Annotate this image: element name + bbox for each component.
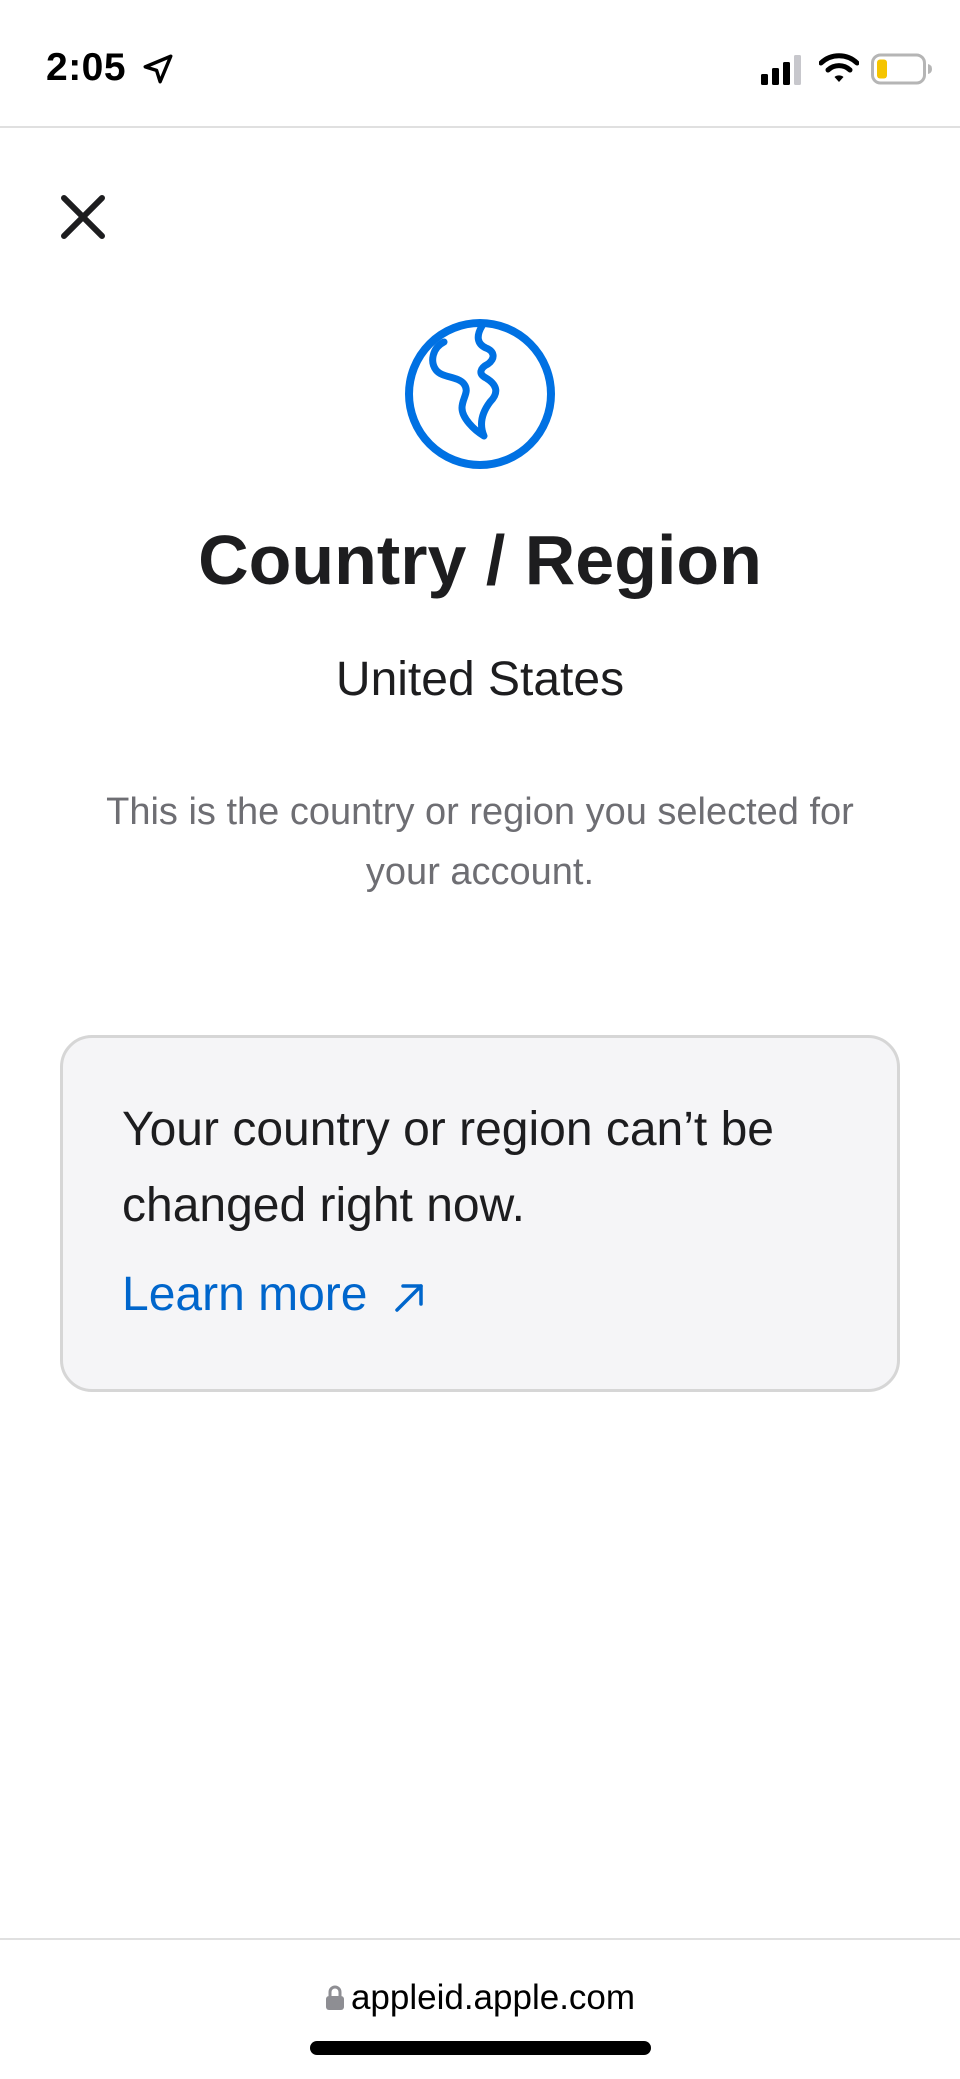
browser-bottom-bar: appleid.apple.com	[0, 1938, 960, 2079]
status-bar: 2:05	[0, 0, 960, 128]
notice-card: Your country or region can’t be changed …	[60, 1035, 900, 1392]
wifi-icon	[819, 53, 859, 82]
signal-icon	[761, 55, 801, 85]
battery-icon	[871, 53, 932, 85]
lock-icon	[325, 1985, 344, 2010]
status-time: 2:05	[46, 46, 127, 89]
external-arrow-icon	[395, 1283, 424, 1312]
learn-more-label: Learn more	[122, 1268, 368, 1321]
close-icon[interactable]	[54, 188, 112, 246]
country-value: United States	[335, 653, 625, 706]
page-title: Country / Region	[198, 521, 762, 599]
learn-more-link[interactable]: Learn more	[122, 1267, 427, 1322]
notice-text: Your country or region can’t be changed …	[122, 1103, 774, 1232]
url-bar[interactable]: appleid.apple.com	[0, 1978, 960, 2018]
description-text: This is the country or region you select…	[106, 791, 854, 893]
url-text: appleid.apple.com	[350, 1978, 636, 2017]
home-indicator	[310, 2041, 651, 2055]
globe-icon	[405, 319, 555, 469]
location-arrow-icon	[143, 54, 173, 84]
